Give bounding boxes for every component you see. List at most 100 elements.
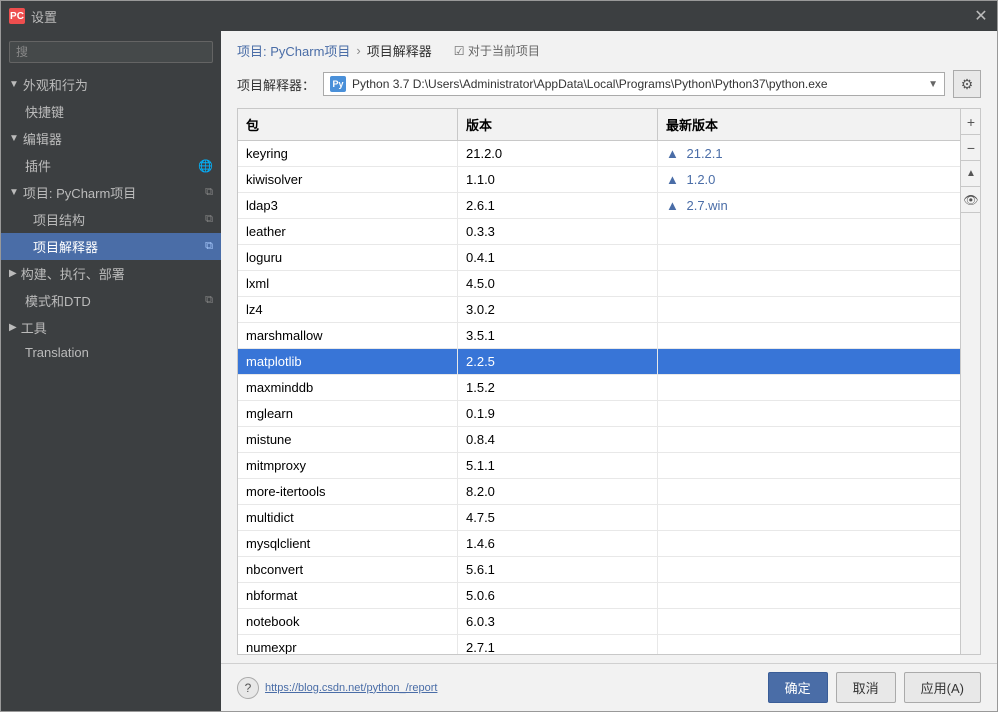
breadcrumb-current: 项目解释器 xyxy=(367,41,432,60)
package-name: mglearn xyxy=(238,401,458,426)
package-version: 2.6.1 xyxy=(458,193,658,218)
package-latest xyxy=(658,583,980,608)
remove-package-button[interactable]: − xyxy=(961,135,981,161)
sidebar-item-plugins[interactable]: 插件 🌐 xyxy=(1,152,221,179)
sidebar-item-label: 模式和DTD xyxy=(25,291,91,310)
package-latest xyxy=(658,245,980,270)
breadcrumb: 项目: PyCharm项目 › 项目解释器 ☑ 对于当前项目 xyxy=(221,31,997,66)
table-row[interactable]: numexpr2.7.1 xyxy=(238,635,980,654)
package-latest xyxy=(658,375,980,400)
package-latest xyxy=(658,427,980,452)
package-latest: ▲ 2.7.win xyxy=(658,193,980,218)
upgrade-package-button[interactable]: ▲ xyxy=(961,161,981,187)
table-row[interactable]: marshmallow3.5.1 xyxy=(238,323,980,349)
package-name: mistune xyxy=(238,427,458,452)
table-row[interactable]: mysqlclient1.4.6 xyxy=(238,531,980,557)
package-version: 0.8.4 xyxy=(458,427,658,452)
view-package-button[interactable]: 👁 xyxy=(961,187,981,213)
package-version: 6.0.3 xyxy=(458,609,658,634)
package-name: loguru xyxy=(238,245,458,270)
package-version: 4.5.0 xyxy=(458,271,658,296)
sidebar-item-project[interactable]: ▼ 项目: PyCharm项目 ⧉ xyxy=(1,179,221,206)
package-latest xyxy=(658,479,980,504)
table-row[interactable]: multidict4.7.5 xyxy=(238,505,980,531)
table-row[interactable]: notebook6.0.3 xyxy=(238,609,980,635)
search-input[interactable] xyxy=(9,41,213,63)
package-name: kiwisolver xyxy=(238,167,458,192)
table-row[interactable]: kiwisolver1.1.0▲ 1.2.0 xyxy=(238,167,980,193)
package-name: keyring xyxy=(238,141,458,166)
table-row[interactable]: mglearn0.1.9 xyxy=(238,401,980,427)
package-latest xyxy=(658,271,980,296)
sidebar-item-keymap[interactable]: 快捷键 xyxy=(1,98,221,125)
interpreter-label: 项目解释器： xyxy=(237,75,315,94)
package-latest xyxy=(658,505,980,530)
table-row[interactable]: keyring21.2.0▲ 21.2.1 xyxy=(238,141,980,167)
sidebar-item-dtd[interactable]: 模式和DTD ⧉ xyxy=(1,287,221,314)
package-version: 1.4.6 xyxy=(458,531,658,556)
package-name: multidict xyxy=(238,505,458,530)
sidebar: ▼ 外观和行为 快捷键 ▼ 编辑器 插件 🌐 ▼ 项目: PyCharm项目 ⧉… xyxy=(1,31,221,711)
package-version: 1.1.0 xyxy=(458,167,658,192)
table-row[interactable]: lz43.0.2 xyxy=(238,297,980,323)
package-latest xyxy=(658,453,980,478)
table-row[interactable]: loguru0.4.1 xyxy=(238,245,980,271)
breadcrumb-note: ☑ 对于当前项目 xyxy=(454,42,540,59)
help-button[interactable]: ? xyxy=(237,677,259,699)
sidebar-item-translation[interactable]: Translation xyxy=(1,341,221,364)
page-icon: ⧉ xyxy=(205,213,213,226)
sidebar-item-tools[interactable]: ▶ 工具 xyxy=(1,314,221,341)
interpreter-row: 项目解释器： Py Python 3.7 D:\Users\Administra… xyxy=(221,66,997,108)
package-version: 2.2.5 xyxy=(458,349,658,374)
dropdown-arrow-icon: ▼ xyxy=(928,79,938,90)
package-latest xyxy=(658,609,980,634)
close-button[interactable]: ✕ xyxy=(973,8,989,24)
package-name: numexpr xyxy=(238,635,458,654)
upgrade-arrow-icon: ▲ xyxy=(666,172,682,187)
table-row[interactable]: lxml4.5.0 xyxy=(238,271,980,297)
table-row[interactable]: nbformat5.0.6 xyxy=(238,583,980,609)
breadcrumb-project[interactable]: 项目: PyCharm项目 xyxy=(237,41,350,60)
package-name: mysqlclient xyxy=(238,531,458,556)
sidebar-item-project-structure[interactable]: 项目结构 ⧉ xyxy=(1,206,221,233)
package-latest xyxy=(658,531,980,556)
apply-button[interactable]: 应用(A) xyxy=(904,672,981,703)
table-row[interactable]: maxminddb1.5.2 xyxy=(238,375,980,401)
settings-dialog: PC 设置 ✕ ▼ 外观和行为 快捷键 ▼ 编辑器 插件 🌐 xyxy=(0,0,998,712)
sidebar-item-appearance[interactable]: ▼ 外观和行为 xyxy=(1,71,221,98)
interpreter-dropdown[interactable]: Py Python 3.7 D:\Users\Administrator\App… xyxy=(323,72,945,96)
package-name: nbformat xyxy=(238,583,458,608)
table-row[interactable]: nbconvert5.6.1 xyxy=(238,557,980,583)
package-latest xyxy=(658,297,980,322)
add-package-button[interactable]: + xyxy=(961,109,981,135)
table-row[interactable]: mistune0.8.4 xyxy=(238,427,980,453)
table-row[interactable]: ldap32.6.1▲ 2.7.win xyxy=(238,193,980,219)
package-latest xyxy=(658,635,980,654)
package-version: 0.1.9 xyxy=(458,401,658,426)
table-row[interactable]: more-itertools8.2.0 xyxy=(238,479,980,505)
sidebar-item-editor[interactable]: ▼ 编辑器 xyxy=(1,125,221,152)
watermark-link[interactable]: https://blog.csdn.net/python_/report xyxy=(265,682,437,694)
package-version: 0.4.1 xyxy=(458,245,658,270)
window-title: 设置 xyxy=(31,7,973,26)
table-row[interactable]: mitmproxy5.1.1 xyxy=(238,453,980,479)
arrow-icon: ▼ xyxy=(9,79,19,90)
package-name: marshmallow xyxy=(238,323,458,348)
interpreter-gear-button[interactable]: ⚙ xyxy=(953,70,981,98)
package-version: 2.7.1 xyxy=(458,635,658,654)
package-version: 5.1.1 xyxy=(458,453,658,478)
upgrade-arrow-icon: ▲ xyxy=(666,198,682,213)
content-area: ▼ 外观和行为 快捷键 ▼ 编辑器 插件 🌐 ▼ 项目: PyCharm项目 ⧉… xyxy=(1,31,997,711)
sidebar-item-label: 工具 xyxy=(21,318,47,337)
sidebar-item-project-interpreter[interactable]: 项目解释器 ⧉ xyxy=(1,233,221,260)
package-name: more-itertools xyxy=(238,479,458,504)
sidebar-item-build[interactable]: ▶ 构建、执行、部署 xyxy=(1,260,221,287)
table-body: keyring21.2.0▲ 21.2.1kiwisolver1.1.0 ▲ 1.… xyxy=(238,141,980,654)
cancel-button[interactable]: 取消 xyxy=(836,672,896,703)
sidebar-item-label: 外观和行为 xyxy=(23,75,88,94)
table-row[interactable]: leather0.3.3 xyxy=(238,219,980,245)
package-name: maxminddb xyxy=(238,375,458,400)
table-row[interactable]: matplotlib2.2.5 xyxy=(238,349,980,375)
bottom-left: ? https://blog.csdn.net/python_/report xyxy=(237,677,437,699)
ok-button[interactable]: 确定 xyxy=(768,672,828,703)
